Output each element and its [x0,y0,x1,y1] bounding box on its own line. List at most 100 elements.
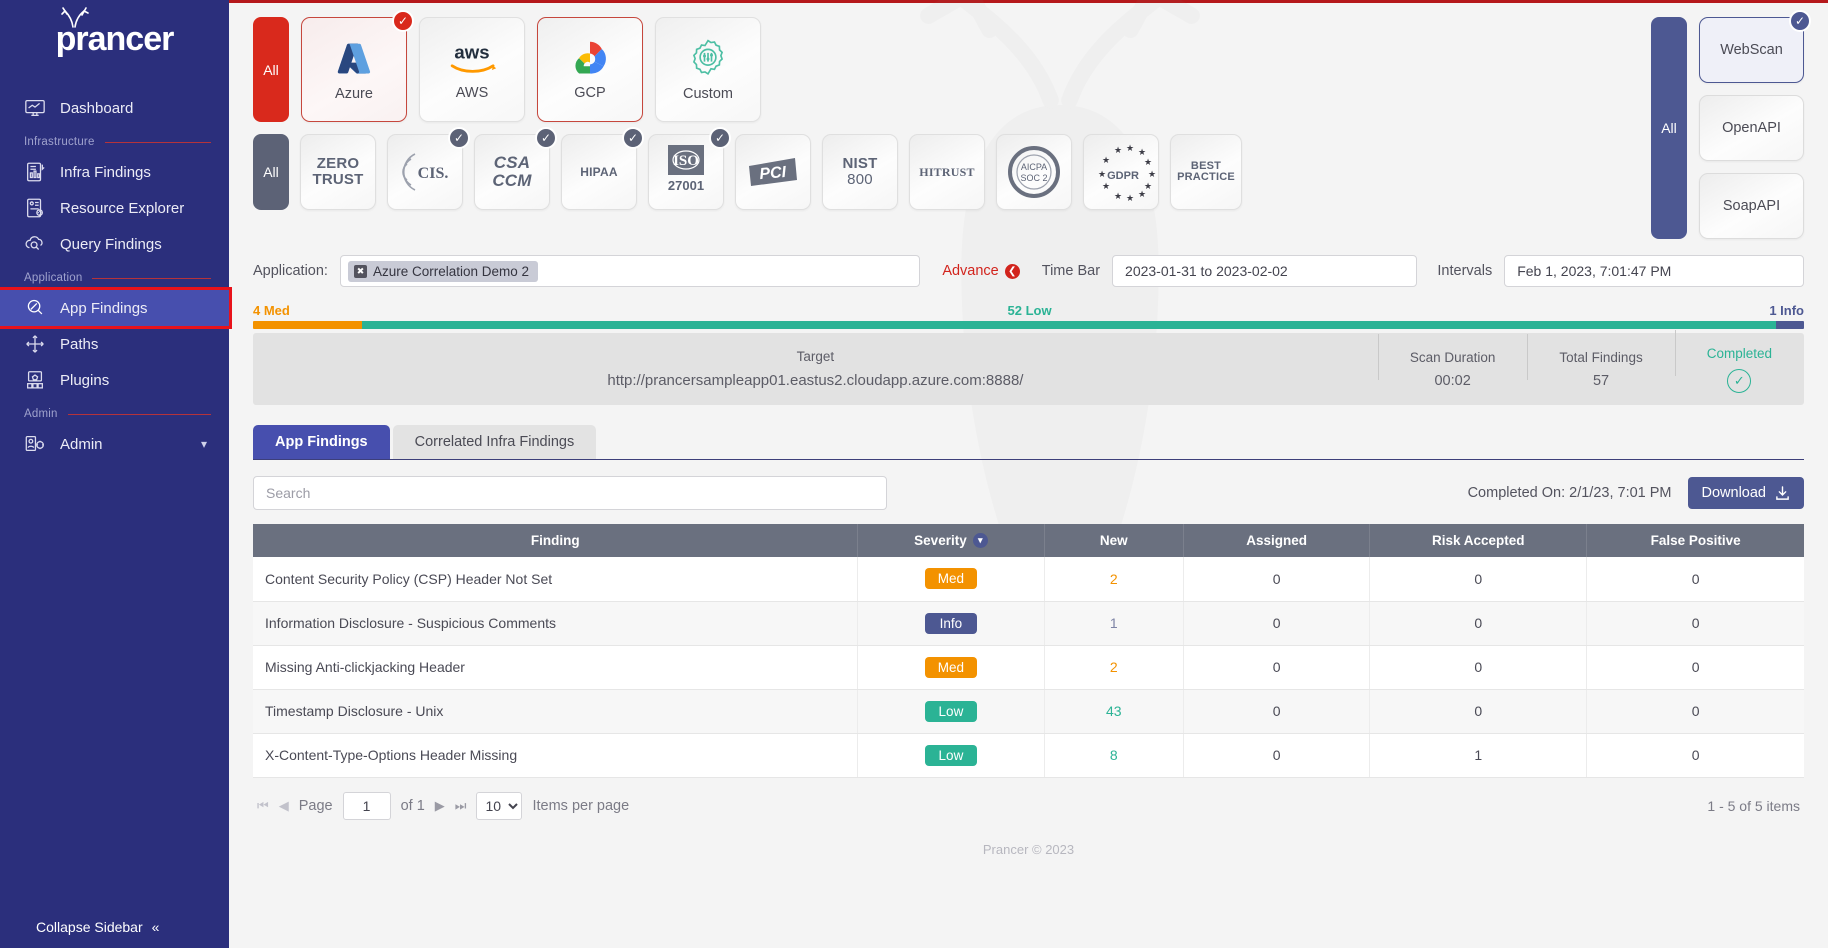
severity-segment-info[interactable] [1776,321,1804,329]
infra-findings-icon [24,161,46,183]
download-button-label: Download [1701,485,1767,501]
section-title: Application [24,272,83,284]
provider-card-custom[interactable]: Custom [655,17,761,122]
items-per-page-select[interactable]: 10 [476,791,523,820]
standard-card-aicpa-soc2[interactable]: AICPA SOC 2 [996,134,1072,210]
severity-bar [253,321,1804,329]
column-header-false-positive[interactable]: False Positive [1586,524,1804,557]
first-page-icon[interactable]: ⏮ [257,798,269,814]
plugins-icon [24,369,46,391]
cell-assigned: 0 [1183,557,1371,602]
hitrust-logo: HITRUST [919,164,975,179]
toolbar-right: Completed On: 2/1/23, 7:01 PM Download [1468,477,1804,509]
last-page-icon[interactable]: ⏭ [455,798,467,814]
advance-toggle[interactable]: Advance ❮ [942,263,1020,279]
cell-new[interactable]: 2 [1044,645,1185,690]
sidebar-item-app-findings[interactable]: App Findings [0,287,232,329]
standard-card-hipaa[interactable]: ✓ HIPAA [561,127,644,210]
check-badge-icon: ✓ [1789,10,1811,32]
sidebar-item-dashboard[interactable]: Dashboard [0,90,229,126]
scan-summary-panel: Target http://prancersampleapp01.eastus2… [253,329,1804,405]
provider-card-azure[interactable]: ✓ Azure [301,10,414,122]
sidebar-item-label: Query Findings [60,235,162,253]
page-input[interactable] [342,791,391,820]
standards-all-label: All [263,164,279,180]
provider-card-aws[interactable]: aws AWS [419,17,525,122]
column-header-risk-accepted[interactable]: Risk Accepted [1369,524,1588,557]
application-chip[interactable]: ✖ Azure Correlation Demo 2 [347,260,539,282]
gdpr-logo: ★ ★ ★ ★ ★ ★ ★ ★ ★ ★ ★ ★ GDPR [1098,143,1156,203]
standard-card-gdpr[interactable]: ★ ★ ★ ★ ★ ★ ★ ★ ★ ★ ★ ★ GDPR [1083,134,1159,210]
tab-correlated-infra-findings[interactable]: Correlated Infra Findings [392,425,597,459]
standard-card-zero-trust[interactable]: ZERO TRUST [300,134,376,210]
table-row[interactable]: X-Content-Type-Options Header Missing Lo… [253,733,1804,778]
scan-type-label: WebScan [1720,42,1783,58]
prev-page-icon[interactable]: ◀ [279,798,289,814]
provider-all-button[interactable]: All [253,17,289,122]
close-icon[interactable]: ✖ [353,264,367,278]
chevron-down-icon[interactable]: ▾ [972,533,988,549]
summary-status-label: Completed [1706,345,1772,361]
severity-segment-low[interactable] [361,321,1777,329]
scan-type-all-button[interactable]: All [1651,17,1687,239]
standard-card-csa-ccm[interactable]: ✓ CSA CCM [474,127,557,210]
tab-app-findings[interactable]: App Findings [253,425,390,459]
standard-card-pci[interactable]: PCI [735,134,811,210]
brand-logo[interactable]: prancer [0,0,229,84]
cell-finding: Timestamp Disclosure - Unix [253,689,859,734]
intervals-input[interactable]: Feb 1, 2023, 7:01:47 PM [1504,255,1804,287]
sidebar-item-resource-explorer[interactable]: Resource Explorer [0,190,229,226]
column-header-new[interactable]: New [1044,524,1185,557]
column-header-assigned[interactable]: Assigned [1183,524,1371,557]
intervals-label: Intervals [1437,263,1493,279]
cell-risk-accepted: 0 [1369,645,1588,690]
cell-risk-accepted: 0 [1369,557,1588,602]
collapse-sidebar-button[interactable]: Collapse Sidebar « [0,906,229,948]
scan-type-card-webscan[interactable]: ✓ WebScan [1699,10,1811,83]
standard-card-hitrust[interactable]: HITRUST [909,134,985,210]
cell-new[interactable]: 2 [1044,557,1185,602]
sidebar-item-plugins[interactable]: Plugins [0,362,229,398]
provider-card-gcp[interactable]: GCP [537,17,643,122]
cell-new[interactable]: 43 [1044,689,1185,734]
table-row[interactable]: Timestamp Disclosure - Unix Low 43 0 0 0 [253,689,1804,734]
standard-card-cis[interactable]: ✓ CIS. [387,127,470,210]
cell-new[interactable]: 8 [1044,733,1185,778]
severity-segment-med[interactable] [253,321,362,329]
table-row[interactable]: Missing Anti-clickjacking Header Med 2 0… [253,645,1804,690]
cell-new[interactable]: 1 [1044,601,1185,646]
sidebar-item-infra-findings[interactable]: Infra Findings [0,154,229,190]
standard-card-nist-800[interactable]: NIST 800 [822,134,898,210]
application-select[interactable]: ✖ Azure Correlation Demo 2 [339,255,921,287]
intervals-value: Feb 1, 2023, 7:01:47 PM [1517,263,1672,279]
time-bar-input[interactable]: 2023-01-31 to 2023-02-02 [1112,255,1418,287]
standards-all-button[interactable]: All [253,134,289,210]
standards-row: All ZERO TRUST ✓ CIS. ✓ CSA CCM ✓ HIPAA … [253,127,1631,210]
check-badge-icon: ✓ [448,127,470,149]
table-row[interactable]: Information Disclosure - Suspicious Comm… [253,601,1804,646]
scan-type-card-openapi[interactable]: OpenAPI [1699,95,1804,161]
standard-card-iso-27001[interactable]: ✓ ISO 27001 [648,127,731,210]
next-page-icon[interactable]: ▶ [435,798,445,814]
csa-ccm-logo: CSA CCM [492,153,532,190]
findings-table-head: Finding Severity ▾ New Assigned Risk Acce… [253,524,1804,557]
scan-type-card-soapapi[interactable]: SoapAPI [1699,173,1804,239]
cell-severity: Low [857,733,1045,778]
svg-text:★: ★ [1138,189,1146,199]
sidebar-item-paths[interactable]: Paths [0,326,229,362]
sidebar-section-admin: Admin [0,398,229,426]
table-row[interactable]: Content Security Policy (CSP) Header Not… [253,557,1804,602]
sidebar-item-query-findings[interactable]: Query Findings [0,226,229,262]
chevron-down-icon[interactable]: ▾ [201,437,207,451]
download-button[interactable]: Download [1687,477,1804,509]
sidebar-item-admin[interactable]: Admin ▾ [0,426,229,462]
standard-card-best-practice[interactable]: BEST PRACTICE [1170,134,1242,210]
download-icon [1776,485,1789,500]
provider-label: AWS [455,84,489,101]
summary-target-value: http://prancersampleapp01.eastus2.clouda… [607,372,1024,389]
items-range-label: 1 - 5 of 5 items [1707,797,1800,814]
cell-severity: Med [857,645,1045,690]
column-header-severity[interactable]: Severity ▾ [857,524,1045,557]
column-header-finding[interactable]: Finding [253,524,859,557]
search-input[interactable] [253,476,887,510]
